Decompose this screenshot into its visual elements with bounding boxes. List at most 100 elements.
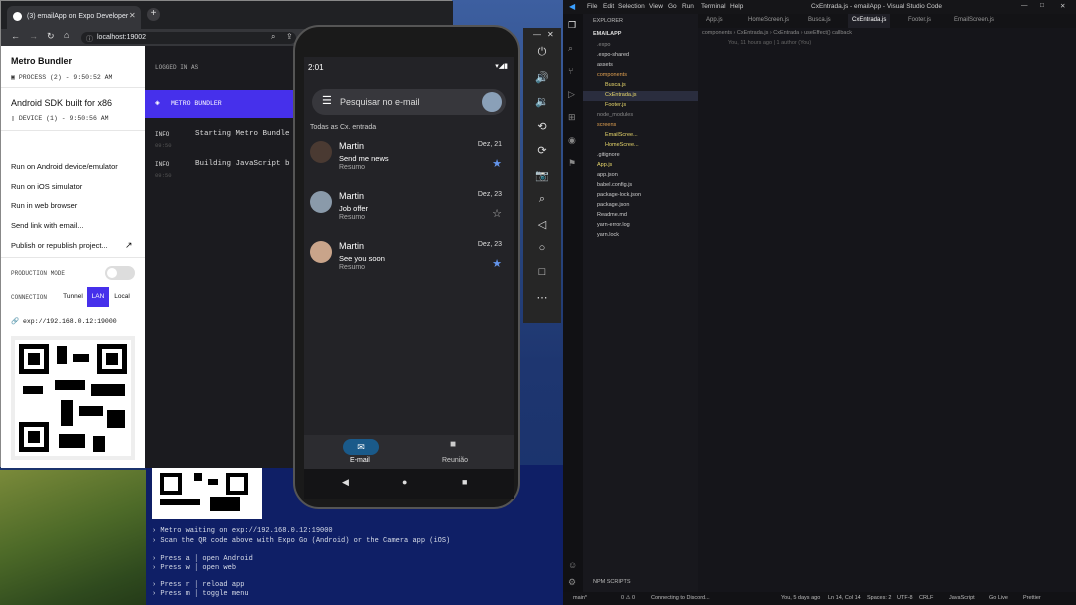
avatar[interactable] <box>482 92 502 112</box>
rotate-left-icon[interactable]: ⟲ <box>535 120 549 133</box>
email-item[interactable]: Martin Send me news Resumo Dez, 21 ★ <box>304 141 514 191</box>
email-item[interactable]: Martin Job offer Resumo Dez, 23 ☆ <box>304 191 514 241</box>
star-outline-icon[interactable]: ☆ <box>492 207 502 220</box>
nav-meeting[interactable]: ■ Reunião <box>432 439 482 469</box>
tab-app[interactable]: App.js <box>706 17 723 23</box>
settings-gear-icon[interactable]: ⚙ <box>568 577 576 588</box>
back-nav-icon[interactable]: ◁ <box>535 218 549 231</box>
menu-go[interactable]: Go <box>668 3 677 10</box>
tab-close-icon[interactable]: ✕ <box>129 11 136 20</box>
home-nav-icon[interactable]: ● <box>402 477 407 487</box>
overview-nav-icon[interactable]: □ <box>535 266 549 278</box>
tab-emailscreen[interactable]: EmailScreen.js <box>954 17 994 23</box>
back-nav-icon[interactable]: ◀ <box>342 477 349 488</box>
bookmark-icon[interactable]: ⚑ <box>568 158 576 169</box>
file-item[interactable]: .gitignore <box>597 152 620 158</box>
run-web-button[interactable]: Run in web browser <box>11 201 77 210</box>
volume-down-icon[interactable]: 🔉 <box>535 95 549 108</box>
reload-icon[interactable]: ↻ <box>47 31 55 42</box>
extensions-icon[interactable]: ⊞ <box>568 112 576 123</box>
email-item[interactable]: Martin See you soon Resumo Dez, 23 ★ <box>304 241 514 291</box>
indentation[interactable]: Spaces: 2 <box>867 595 891 601</box>
file-item[interactable]: HomeScree... <box>605 142 639 148</box>
star-icon[interactable]: ★ <box>492 157 502 170</box>
folder-item[interactable]: components <box>597 72 627 78</box>
account-icon[interactable]: ☺ <box>568 560 577 570</box>
menu-view[interactable]: View <box>649 3 663 10</box>
file-item[interactable]: app.json <box>597 172 618 178</box>
minimize-icon[interactable]: — <box>1021 2 1028 9</box>
file-item[interactable]: App.js <box>597 162 612 168</box>
npm-scripts-section[interactable]: NPM SCRIPTS <box>593 579 631 585</box>
run-debug-icon[interactable]: ▷ <box>568 89 575 100</box>
file-item[interactable]: yarn.lock <box>597 232 619 238</box>
eol[interactable]: CRLF <box>919 595 933 601</box>
conn-tunnel-button[interactable]: Tunnel <box>59 287 87 307</box>
search-icon[interactable]: ⌕ <box>271 32 275 42</box>
minimize-icon[interactable]: — <box>533 30 541 39</box>
menu-selection[interactable]: Selection <box>618 3 645 10</box>
browser-tab[interactable]: (3) emailApp on Expo Developer <box>7 6 141 29</box>
volume-up-icon[interactable]: 🔊 <box>535 71 549 84</box>
file-item[interactable]: EmailScree... <box>605 132 638 138</box>
production-mode-toggle[interactable] <box>105 266 135 280</box>
camera-icon[interactable]: 📷 <box>535 169 549 182</box>
menu-terminal[interactable]: Terminal <box>701 3 726 10</box>
file-item[interactable]: yarn-error.log <box>597 222 630 228</box>
folder-item[interactable]: node_modules <box>597 112 633 118</box>
conn-local-button[interactable]: Local <box>109 287 135 307</box>
search-icon[interactable]: ⌕ <box>568 43 573 54</box>
power-icon[interactable]: ⏻ <box>535 46 549 59</box>
tab-cxentrada[interactable]: CxEntrada.js <box>848 14 891 28</box>
file-item[interactable]: Footer.js <box>605 102 626 108</box>
forward-icon[interactable]: → <box>29 31 38 41</box>
search-bar[interactable]: ☰ Pesquisar no e-mail <box>312 89 506 115</box>
file-item[interactable]: Busca.js <box>605 82 626 88</box>
language-mode[interactable]: JavaScript <box>949 595 975 601</box>
code-editor[interactable]: App.js HomeScreen.js Busca.js CxEntrada.… <box>698 14 1076 592</box>
file-item[interactable]: babel.config.js <box>597 182 632 188</box>
folder-item[interactable]: assets <box>597 62 613 68</box>
run-android-button[interactable]: Run on Android device/emulator <box>11 162 118 171</box>
share-icon[interactable]: ⇪ <box>286 32 293 41</box>
more-icon[interactable]: ⋯ <box>535 291 549 304</box>
conn-lan-button[interactable]: LAN <box>87 287 109 307</box>
menu-icon[interactable]: ☰ <box>322 94 332 107</box>
close-icon[interactable]: ✕ <box>1060 2 1065 10</box>
file-item[interactable]: Readme.md <box>597 212 627 218</box>
tab-homescreen[interactable]: HomeScreen.js <box>748 17 789 23</box>
metro-bundler-header[interactable]: METRO BUNDLER <box>145 90 305 118</box>
close-icon[interactable]: ✕ <box>547 30 554 39</box>
url-field[interactable]: ⓘ localhost:19002 <box>81 32 296 44</box>
nav-email[interactable]: ✉ E-mail <box>334 439 390 469</box>
files-icon[interactable]: ❐ <box>568 20 576 31</box>
menu-run[interactable]: Run <box>682 3 694 10</box>
rotate-right-icon[interactable]: ⟳ <box>535 144 549 157</box>
home-nav-icon[interactable]: ○ <box>535 242 549 254</box>
cursor-position[interactable]: Ln 14, Col 14 <box>828 595 861 601</box>
overview-nav-icon[interactable]: ■ <box>462 477 467 487</box>
exp-url[interactable]: 🔗 exp://192.168.0.12:19000 <box>11 317 117 325</box>
home-icon[interactable]: ⌂ <box>64 30 69 40</box>
folder-item[interactable]: .expo <box>597 42 610 48</box>
send-link-button[interactable]: Send link with email... <box>11 221 84 230</box>
file-item[interactable]: package.json <box>597 202 629 208</box>
folder-item[interactable]: screens <box>597 122 616 128</box>
run-ios-button[interactable]: Run on iOS simulator <box>11 182 82 191</box>
tab-footer[interactable]: Footer.js <box>908 17 931 23</box>
menu-edit[interactable]: Edit <box>603 3 614 10</box>
file-item[interactable]: package-lock.json <box>597 192 641 198</box>
branch-indicator[interactable]: main* <box>573 595 587 601</box>
go-live-button[interactable]: Go Live <box>989 595 1008 601</box>
file-item-active[interactable]: CxEntrada.js <box>605 92 637 98</box>
maximize-icon[interactable]: □ <box>1040 2 1044 9</box>
new-tab-icon[interactable]: + <box>147 8 160 21</box>
star-icon[interactable]: ★ <box>492 257 502 270</box>
publish-button[interactable]: Publish or republish project... <box>11 241 108 250</box>
encoding[interactable]: UTF-8 <box>897 595 913 601</box>
remote-icon[interactable]: ◉ <box>568 135 576 146</box>
menu-help[interactable]: Help <box>730 3 743 10</box>
tab-busca[interactable]: Busca.js <box>808 17 831 23</box>
folder-item[interactable]: .expo-shared <box>597 52 629 58</box>
source-control-icon[interactable]: ⑂ <box>568 66 573 76</box>
